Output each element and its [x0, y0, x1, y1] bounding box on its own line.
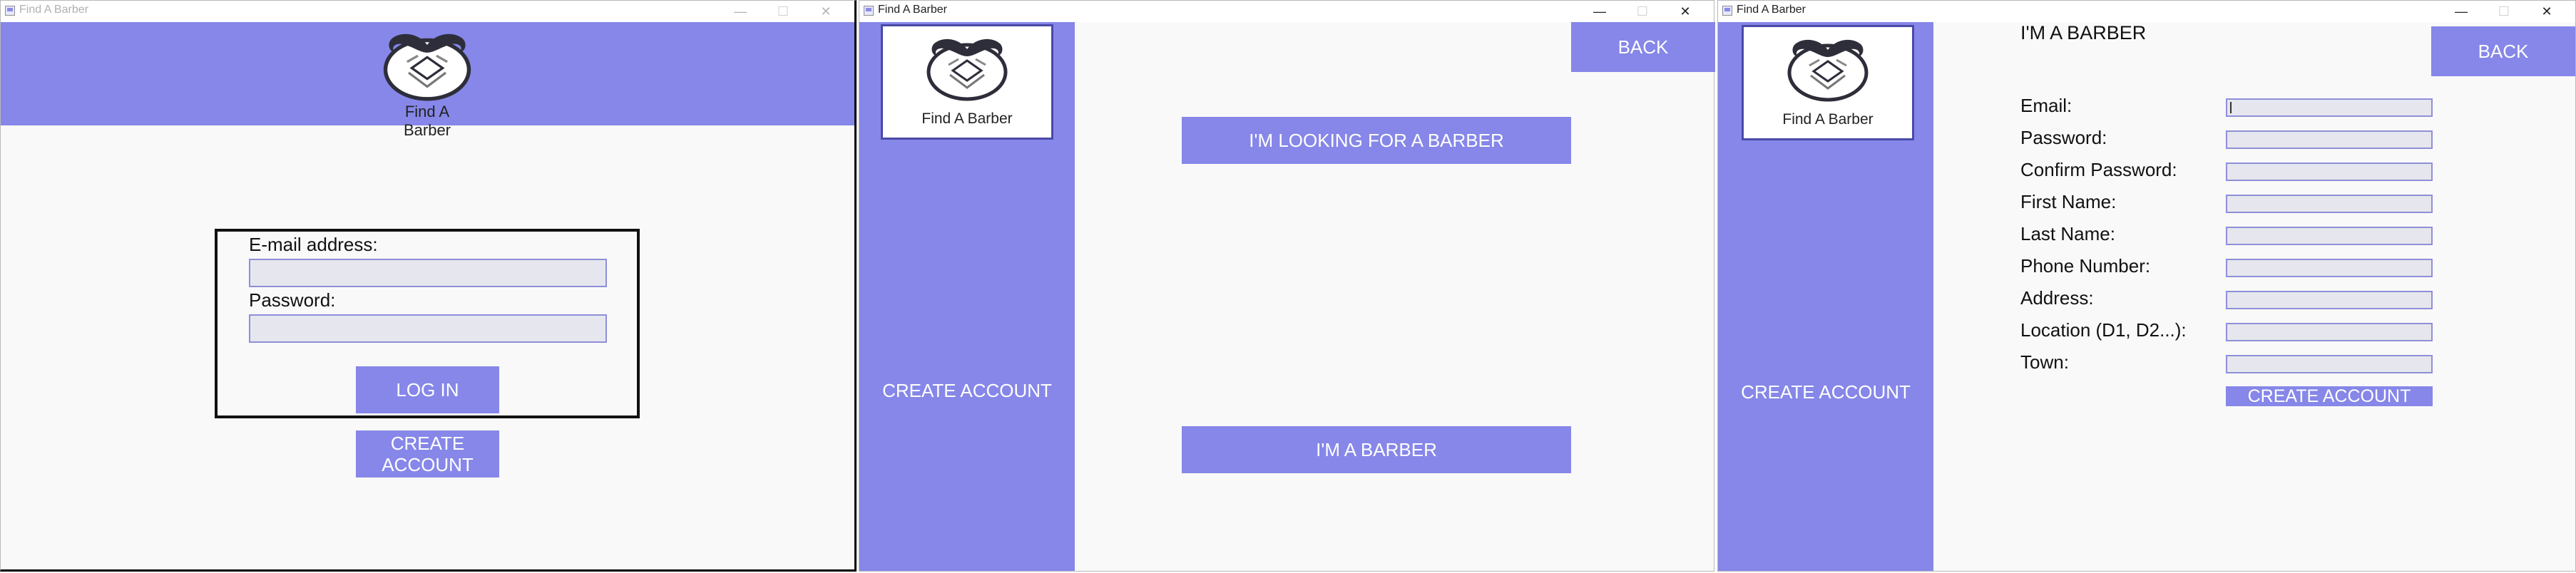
last-name-label: Last Name:	[2020, 223, 2115, 244]
password-field[interactable]	[2226, 130, 2433, 149]
first-name-label: First Name:	[2020, 191, 2117, 212]
logo-text: Find A Barber	[403, 103, 451, 139]
login-button[interactable]: LOG IN	[356, 366, 499, 413]
confirm-password-field[interactable]	[2226, 162, 2433, 181]
looking-for-barber-button[interactable]: I'M LOOKING FOR A BARBER	[1182, 117, 1571, 164]
title-bar: Find A Barber — ☐ ✕	[1, 1, 854, 22]
sidebar: Find A Barber CREATE ACCOUNT	[859, 22, 1075, 571]
maximize-button[interactable]: ☐	[762, 1, 804, 22]
town-label: Town:	[2020, 351, 2069, 373]
create-account-label-2: ACCOUNT	[382, 454, 474, 475]
java-app-icon	[864, 6, 874, 16]
create-account-button[interactable]: CREATE ACCOUNT	[356, 430, 499, 478]
barber-logo-icon	[924, 31, 1010, 102]
logo-text: Find A Barber	[921, 110, 1013, 127]
last-name-field[interactable]	[2226, 227, 2433, 245]
back-button[interactable]: BACK	[1571, 22, 1715, 72]
create-account-button[interactable]: CREATE ACCOUNT	[2226, 386, 2433, 406]
password-field[interactable]	[249, 314, 607, 343]
barber-logo-icon	[381, 24, 474, 103]
email-label: E-mail address:	[249, 234, 378, 255]
create-account-label-1: CREATE	[390, 433, 465, 454]
maximize-button[interactable]: ☐	[1621, 1, 1664, 22]
title-bar: Find A Barber — ☐ ✕	[859, 1, 1714, 22]
maximize-button[interactable]: ☐	[2483, 1, 2525, 22]
app-logo: Find A Barber	[381, 24, 474, 139]
sidebar: Find A Barber CREATE ACCOUNT	[1718, 22, 1933, 571]
minimize-button[interactable]: —	[2440, 1, 2483, 22]
login-window: Find A Barber — ☐ ✕ Find A Barber E-mail…	[0, 0, 857, 572]
barber-registration-window: Find A Barber — ☐ ✕ Find A Barber CREATE…	[1717, 0, 2576, 572]
logo-box: Find A Barber	[1742, 25, 1914, 140]
close-button[interactable]: ✕	[1664, 1, 1707, 22]
header-banner: Find A Barber	[1, 22, 854, 139]
confirm-password-label: Confirm Password:	[2020, 159, 2177, 180]
im-a-barber-button[interactable]: I'M A BARBER	[1182, 426, 1571, 473]
close-button[interactable]: ✕	[2525, 1, 2568, 22]
logo-box: Find A Barber	[881, 24, 1053, 140]
location-label: Location (D1, D2...):	[2020, 319, 2187, 341]
java-app-icon	[5, 6, 15, 16]
account-type-window: Find A Barber — ☐ ✕ Find A Barber CREATE…	[859, 0, 1715, 572]
text-caret	[2230, 102, 2232, 113]
minimize-button[interactable]: —	[719, 1, 762, 22]
title-bar: Find A Barber — ☐ ✕	[1718, 1, 2575, 22]
phone-number-label: Phone Number:	[2020, 255, 2151, 277]
password-label: Password:	[249, 289, 336, 311]
back-button[interactable]: BACK	[2431, 26, 2575, 76]
email-field[interactable]	[249, 259, 607, 287]
address-field[interactable]	[2226, 291, 2433, 309]
sidebar-label: CREATE ACCOUNT	[882, 380, 1052, 401]
sidebar-label: CREATE ACCOUNT	[1741, 381, 1911, 403]
password-label: Password:	[2020, 127, 2107, 148]
window-title: Find A Barber	[19, 4, 88, 16]
first-name-field[interactable]	[2226, 195, 2433, 213]
window-title: Find A Barber	[1737, 4, 1806, 16]
phone-number-field[interactable]	[2226, 259, 2433, 277]
window-title: Find A Barber	[878, 4, 947, 16]
logo-text: Find A Barber	[1782, 111, 1874, 128]
town-field[interactable]	[2226, 355, 2433, 373]
email-field[interactable]	[2226, 98, 2433, 117]
address-label: Address:	[2020, 287, 2094, 309]
minimize-button[interactable]: —	[1578, 1, 1621, 22]
close-button[interactable]: ✕	[804, 1, 847, 22]
page-heading: I'M A BARBER	[2020, 22, 2147, 43]
email-label: Email:	[2020, 95, 2072, 116]
location-field[interactable]	[2226, 323, 2433, 341]
barber-logo-icon	[1785, 31, 1871, 103]
java-app-icon	[1722, 6, 1732, 16]
